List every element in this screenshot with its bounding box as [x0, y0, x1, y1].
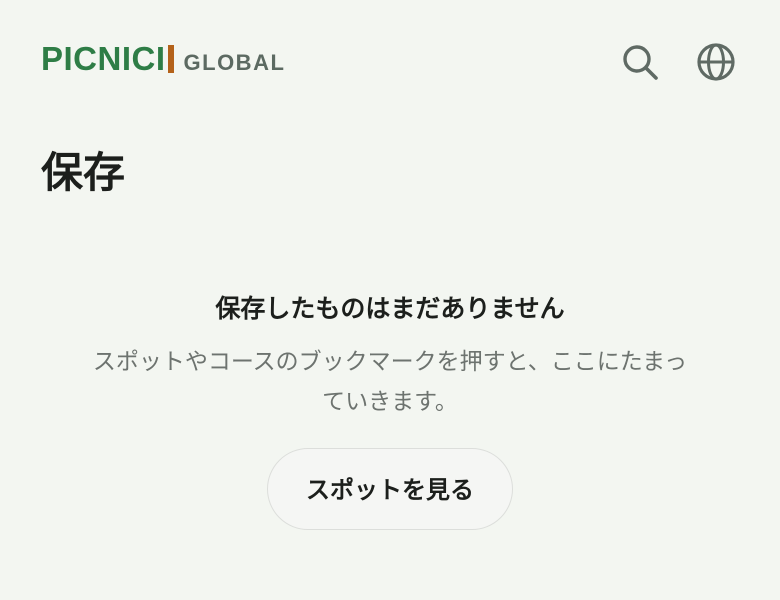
language-button[interactable]	[696, 42, 736, 82]
page-title: 保存	[41, 148, 126, 197]
logo-subtitle: GLOBAL	[183, 50, 286, 75]
app-header: PICNICI GLOBAL	[0, 0, 780, 124]
empty-state-description: スポットやコースのブックマークを押すと、ここにたまっていきます。	[92, 348, 688, 415]
search-button[interactable]	[620, 42, 660, 82]
empty-state-title: 保存したものはまだありません	[215, 294, 565, 323]
logo-wordmark: PICNICI	[41, 40, 166, 77]
view-spots-button[interactable]: スポットを見る	[267, 448, 513, 530]
search-icon	[623, 45, 658, 80]
logo-accent-bar	[167, 45, 174, 73]
empty-state: 保存したものはまだありません スポットやコースのブックマークを押すと、ここにたま…	[0, 290, 780, 530]
brand-logo[interactable]: PICNICI GLOBAL	[41, 42, 285, 75]
globe-icon	[697, 43, 735, 81]
